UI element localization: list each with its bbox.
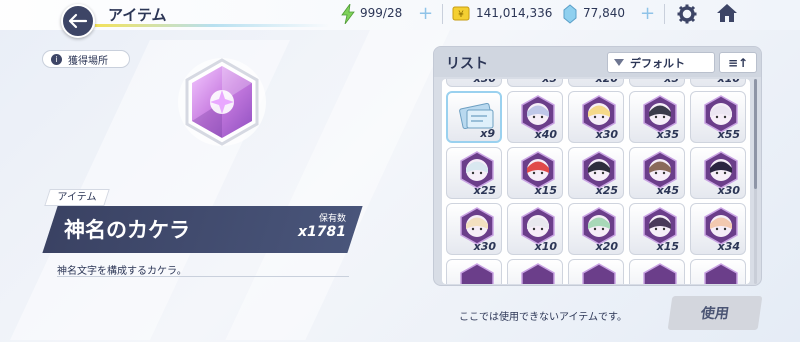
list-item[interactable]: x30 [446, 79, 502, 87]
divider [57, 276, 349, 277]
item-quantity: x45 [656, 184, 679, 197]
sort-dropdown[interactable]: デフォルト [607, 52, 715, 73]
item-quantity: x25 [595, 184, 618, 197]
item-quantity: x10 [718, 79, 740, 85]
title-underline [95, 24, 330, 27]
acquisition-source-button[interactable]: i 獲得場所 [42, 50, 130, 68]
list-item[interactable]: x55 [690, 91, 746, 143]
list-item[interactable] [568, 259, 624, 284]
gem-icon [563, 4, 577, 24]
scrollbar[interactable] [754, 79, 757, 284]
character-shard-icon [643, 263, 677, 284]
item-quantity: x15 [534, 184, 557, 197]
owned-count-label: 保有数 [318, 214, 346, 224]
home-icon[interactable] [716, 3, 738, 23]
item-description: 神名文字を構成するカケラ。 [57, 266, 187, 277]
unusable-notice: ここでは使用できないアイテムです。 [459, 312, 627, 323]
character-shard-icon [460, 263, 494, 284]
item-quantity: x25 [473, 184, 496, 197]
item-name: 神名のカケラ [64, 218, 190, 242]
owned-count-value: x1781 [298, 224, 346, 240]
gem-value: 77,840 [583, 6, 625, 20]
character-shard-icon [704, 263, 738, 284]
list-title: リスト [446, 56, 488, 72]
item-quantity: x30 [595, 128, 618, 141]
acquisition-source-label: 獲得場所 [68, 55, 108, 67]
gem-plus-button[interactable]: + [640, 3, 655, 24]
list-item[interactable]: x30 [568, 91, 624, 143]
item-list-panel: リスト デフォルト ≡↑ x30 x5 x20 x5 x10 x9 x40 x30 x35 x55… [433, 46, 762, 286]
list-item[interactable] [629, 259, 685, 284]
list-item[interactable]: x20 [568, 203, 624, 255]
list-item[interactable]: x5 [629, 79, 685, 87]
item-quantity: x30 [473, 240, 496, 253]
item-quantity: x30 [717, 184, 740, 197]
item-quantity: x15 [656, 240, 679, 253]
item-quantity: x30 [474, 79, 496, 85]
item-quantity: x20 [596, 79, 618, 85]
list-item[interactable]: x10 [507, 203, 563, 255]
list-item[interactable]: x5 [507, 79, 563, 87]
crystal-fragment-icon [178, 58, 266, 146]
svg-text:¥: ¥ [458, 10, 464, 20]
list-item[interactable]: x15 [507, 147, 563, 199]
list-item[interactable]: x40 [507, 91, 563, 143]
list-item[interactable]: x34 [690, 203, 746, 255]
scrollbar-thumb[interactable] [754, 79, 757, 189]
list-item[interactable]: x35 [629, 91, 685, 143]
item-quantity: x10 [534, 240, 557, 253]
list-item[interactable]: x25 [446, 147, 502, 199]
list-item[interactable] [446, 259, 502, 284]
stamina-value: 999/28 [360, 6, 403, 20]
item-quantity: x35 [656, 128, 679, 141]
use-button-label: 使用 [699, 306, 730, 322]
use-button[interactable]: 使用 [667, 296, 763, 330]
page-title: アイテム [108, 6, 167, 24]
item-quantity: x55 [717, 128, 740, 141]
stamina-plus-button[interactable]: + [418, 3, 433, 24]
list-item[interactable]: x15 [629, 203, 685, 255]
character-shard-icon [582, 263, 616, 284]
item-quantity: x9 [480, 127, 495, 140]
list-item[interactable] [507, 259, 563, 284]
item-type-tag: アイテム [44, 189, 110, 206]
sort-order-button[interactable]: ≡↑ [719, 52, 757, 73]
list-item[interactable]: x20 [568, 79, 624, 87]
item-quantity: x40 [534, 128, 557, 141]
back-button[interactable] [61, 4, 95, 38]
owned-count: 保有数 x1781 [298, 211, 346, 247]
list-item[interactable] [690, 259, 746, 284]
character-shard-icon [521, 263, 555, 284]
item-quantity: x20 [595, 240, 618, 253]
list-item[interactable]: x9 [446, 91, 502, 143]
divider [442, 4, 443, 24]
info-icon: i [51, 53, 62, 65]
item-quantity: x34 [717, 240, 740, 253]
arrow-left-icon [68, 13, 88, 29]
item-quantity: x5 [542, 79, 557, 85]
sort-order-icon: ≡↑ [727, 55, 749, 70]
divider [664, 4, 665, 24]
list-item[interactable]: x25 [568, 147, 624, 199]
list-item[interactable]: x30 [446, 203, 502, 255]
item-type-text: アイテム [57, 192, 97, 203]
filter-triangle-icon [614, 59, 624, 66]
list-item[interactable]: x45 [629, 147, 685, 199]
sort-dropdown-label: デフォルト [630, 56, 685, 70]
item-grid[interactable]: x30 x5 x20 x5 x10 x9 x40 x30 x35 x55 x25 x15 x25 x45 x… [442, 79, 750, 284]
page-title-area: アイテム [95, 0, 330, 28]
gear-icon[interactable] [677, 4, 697, 24]
item-quantity: x5 [664, 79, 679, 85]
coin-ticket-icon: ¥ [452, 6, 470, 21]
coin-value: 141,014,336 [476, 6, 553, 20]
list-item[interactable]: x10 [690, 79, 746, 87]
list-item[interactable]: x30 [690, 147, 746, 199]
lightning-icon [341, 4, 355, 24]
